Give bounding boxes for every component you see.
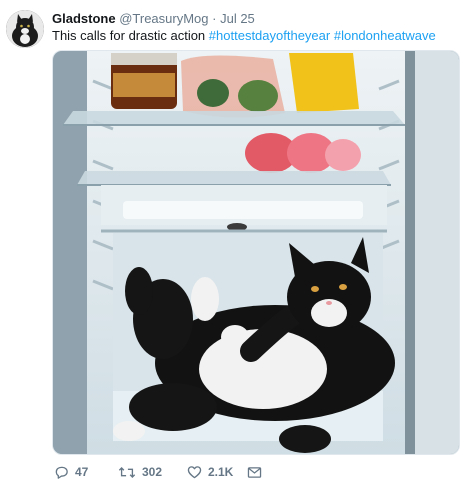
retweet-icon (118, 465, 136, 480)
author-name[interactable]: Gladstone (52, 11, 116, 26)
hashtag-hottestdayoftheyear[interactable]: #hottestdayoftheyear (209, 28, 330, 43)
hashtag-londonheatwave[interactable]: #londonheatwave (334, 28, 436, 43)
retweet-button[interactable]: 302 (118, 465, 162, 480)
like-button[interactable]: 2.1K (187, 465, 233, 479)
avatar[interactable] (6, 10, 44, 48)
direct-message-button[interactable] (247, 466, 262, 479)
tweet-body: This calls for drastic action (52, 28, 206, 43)
tweet-header: Gladstone @TreasuryMog · Jul 25 (52, 10, 457, 27)
retweet-count: 302 (142, 465, 163, 479)
envelope-icon (247, 466, 262, 479)
tweet-card[interactable]: Gladstone @TreasuryMog · Jul 25 This cal… (0, 0, 465, 486)
tweet-photo[interactable] (52, 50, 460, 455)
tweet-text: This calls for drastic action #hottestda… (52, 27, 457, 44)
separator-dot: · (212, 11, 217, 26)
like-count: 2.1K (208, 465, 234, 479)
tweet-actions: 47 302 2.1K (52, 462, 457, 482)
reply-count: 47 (75, 465, 89, 479)
author-handle[interactable]: @TreasuryMog (119, 11, 208, 26)
cat-avatar-image (6, 10, 44, 48)
tweet-date[interactable]: Jul 25 (220, 11, 255, 26)
reply-icon (54, 465, 69, 480)
reply-button[interactable]: 47 (54, 465, 88, 480)
heart-icon (187, 465, 202, 479)
cat-in-fridge-image (53, 51, 459, 454)
